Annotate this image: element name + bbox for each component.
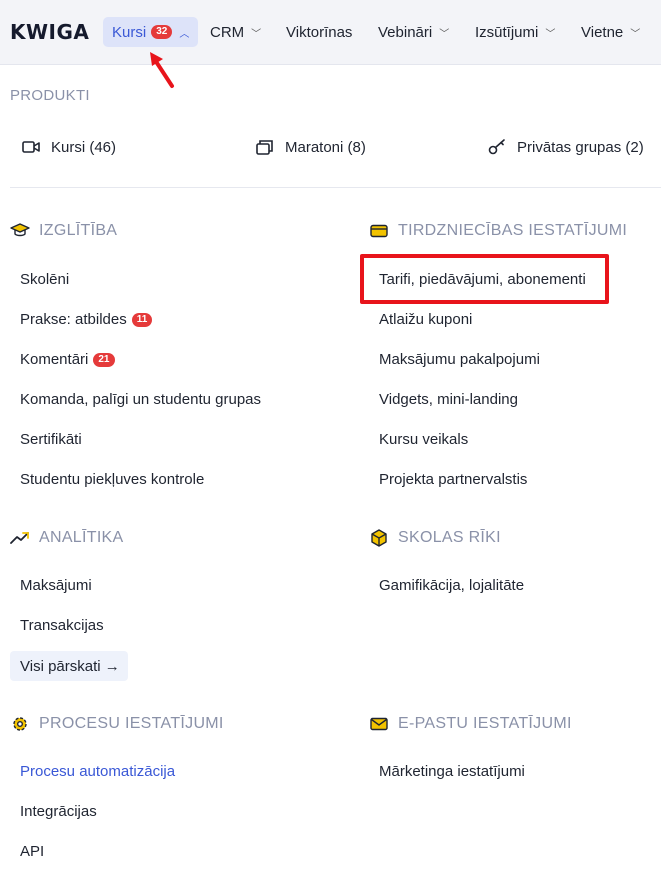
products-heading: PRODUKTI — [10, 87, 90, 104]
nav-quizzes-label: Viktorīnas — [286, 23, 353, 41]
education-link-access-control[interactable]: Studentu piekļuves kontrole — [20, 471, 204, 488]
link-label: Komanda, palīgi un studentu grupas — [20, 391, 262, 408]
education-link-practice-answers[interactable]: Prakse: atbildes 11 — [20, 311, 153, 328]
product-marathons-link[interactable]: Maratoni (8) — [256, 137, 366, 157]
link-label: Mārketinga iestatījumi — [379, 763, 525, 780]
all-reports-button[interactable]: Visi pārskati → — [10, 651, 128, 681]
practice-count-badge: 11 — [131, 312, 153, 327]
gear-icon — [10, 714, 30, 734]
chevron-down-icon: ﹀ — [630, 28, 641, 40]
product-private-groups-label: Privātas grupas (2) — [517, 138, 644, 156]
trending-up-icon — [10, 528, 30, 548]
chevron-down-icon: ﹀ — [439, 28, 450, 40]
link-label: Transakcijas — [20, 617, 104, 634]
nav-courses-count-badge: 32 — [151, 25, 173, 39]
link-label: Komentāri — [20, 351, 89, 368]
link-label: Gamifikācija, lojalitāte — [379, 577, 525, 594]
education-link-students[interactable]: Skolēni — [20, 271, 69, 288]
trade-link-coupons[interactable]: Atlaižu kuponi — [379, 311, 472, 328]
process-settings-heading: PROCESU IESTATĪJUMI — [10, 714, 224, 734]
chevron-down-icon: ﹀ — [545, 28, 556, 40]
link-label: Prakse: atbildes — [20, 311, 127, 328]
nav-crm-label: CRM — [210, 23, 245, 41]
analytics-title: ANALĪTIKA — [39, 529, 124, 546]
trade-link-partner-countries[interactable]: Projekta partnervalstis — [379, 471, 527, 488]
link-label: Atlaižu kuponi — [379, 311, 473, 328]
nav-webinars-label: Vebināri — [378, 23, 433, 41]
kwiga-logo[interactable]: KWIGA — [10, 20, 89, 44]
graduation-cap-icon — [10, 221, 30, 241]
trade-link-course-shop[interactable]: Kursu veikals — [379, 431, 468, 448]
process-link-api[interactable]: API — [20, 843, 44, 860]
nav-mailings[interactable]: Izsūtījumi ﹀ — [475, 17, 555, 47]
top-navigation-bar: KWIGA Kursi 32 ︿ CRM ﹀ Viktorīnas Vebinā… — [0, 0, 661, 65]
link-label: Tarifi, piedāvājumi, abonementi — [379, 271, 586, 288]
trade-link-payment-services[interactable]: Maksājumu pakalpojumi — [379, 351, 540, 368]
education-link-comments[interactable]: Komentāri 21 — [20, 351, 115, 368]
chevron-up-icon: ︿ — [179, 28, 190, 40]
process-settings-title: PROCESU IESTATĪJUMI — [39, 715, 224, 732]
analytics-heading: ANALĪTIKA — [10, 528, 124, 548]
process-link-automation[interactable]: Procesu automatizācija — [20, 763, 175, 780]
trade-settings-title: TIRDZNIECĪBAS IESTATĪJUMI — [398, 222, 628, 239]
process-link-integrations[interactable]: Integrācijas — [20, 803, 97, 820]
link-label: Maksājumu pakalpojumi — [379, 351, 540, 368]
link-label: Skolēni — [20, 271, 70, 288]
nav-mailings-label: Izsūtījumi — [475, 23, 539, 41]
education-title: IZGLĪTĪBA — [39, 222, 118, 239]
link-label: Sertifikāti — [20, 431, 82, 448]
school-tools-title: SKOLAS RĪKI — [398, 529, 501, 546]
all-reports-label: Visi pārskati → — [20, 657, 120, 675]
nav-crm[interactable]: CRM ﹀ — [210, 17, 261, 47]
video-camera-icon — [22, 141, 40, 153]
product-courses-label: Kursi (46) — [51, 138, 117, 156]
product-private-groups-link[interactable]: Privātas grupas (2) — [488, 137, 644, 157]
education-link-certificates[interactable]: Sertifikāti — [20, 431, 82, 448]
link-label: Procesu automatizācija — [20, 763, 176, 780]
product-marathons-label: Maratoni (8) — [285, 138, 366, 156]
trade-settings-heading: TIRDZNIECĪBAS IESTATĪJUMI — [369, 221, 627, 241]
trade-link-tariffs[interactable]: Tarifi, piedāvājumi, abonementi — [379, 271, 586, 288]
link-label: Projekta partnervalstis — [379, 471, 528, 488]
school-tools-link-gamification[interactable]: Gamifikācija, lojalitāte — [379, 577, 524, 594]
chevron-down-icon: ﹀ — [251, 28, 262, 40]
link-label: Kursu veikals — [379, 431, 469, 448]
email-settings-heading: E-PASTU IESTATĪJUMI — [369, 714, 572, 734]
nav-quizzes[interactable]: Viktorīnas — [286, 17, 352, 47]
nav-webinars[interactable]: Vebināri ﹀ — [378, 17, 449, 47]
cube-icon — [369, 528, 389, 548]
link-label: Maksājumi — [20, 577, 92, 594]
divider — [10, 187, 661, 188]
analytics-link-transactions[interactable]: Transakcijas — [20, 617, 104, 634]
email-link-marketing-settings[interactable]: Mārketinga iestatījumi — [379, 763, 525, 780]
link-label: Vidgets, mini-landing — [379, 391, 518, 408]
school-tools-heading: SKOLAS RĪKI — [369, 528, 501, 548]
nav-site[interactable]: Vietne ﹀ — [581, 17, 640, 47]
education-link-team[interactable]: Komanda, palīgi un studentu grupas — [20, 391, 261, 408]
nav-site-label: Vietne — [581, 23, 624, 41]
link-label: Studentu piekļuves kontrole — [20, 471, 205, 488]
product-courses-link[interactable]: Kursi (46) — [22, 137, 116, 157]
nav-courses-label: Kursi — [112, 23, 147, 41]
credit-card-icon — [369, 221, 389, 241]
link-label: API — [20, 843, 45, 860]
education-heading: IZGLĪTĪBA — [10, 221, 117, 241]
link-label: Integrācijas — [20, 803, 97, 820]
trade-link-widgets[interactable]: Vidgets, mini-landing — [379, 391, 518, 408]
analytics-link-payments[interactable]: Maksājumi — [20, 577, 92, 594]
stack-icon — [256, 140, 273, 155]
envelope-icon — [369, 714, 389, 734]
email-settings-title: E-PASTU IESTATĪJUMI — [398, 715, 572, 732]
annotation-arrow-icon — [150, 52, 174, 88]
key-icon — [488, 139, 505, 155]
nav-courses[interactable]: Kursi 32 ︿ — [103, 17, 199, 47]
comments-count-badge: 21 — [93, 352, 115, 367]
